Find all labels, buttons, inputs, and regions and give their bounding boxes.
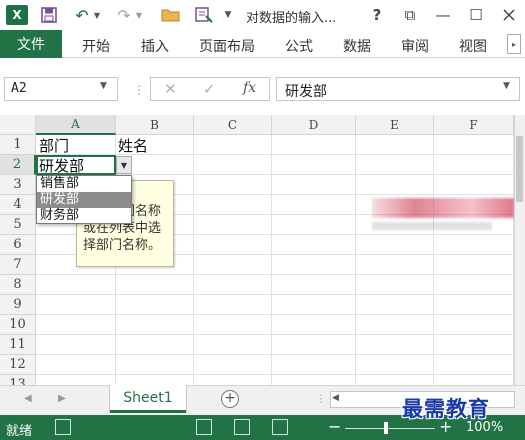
excel-logo-icon: X xyxy=(6,5,28,25)
title-bar: X ↶ ▼ ↷ ▼ ▼ 对数据的输入... ? ⧉ — ☐ xyxy=(0,0,525,30)
row-header-3[interactable]: 3 xyxy=(0,175,36,195)
normal-view-icon[interactable] xyxy=(196,419,212,435)
scroll-left-icon[interactable]: ◀ xyxy=(332,393,339,403)
redo-icon[interactable]: ↷ xyxy=(114,5,134,25)
status-ready: 就绪 xyxy=(6,424,33,439)
row-header-9[interactable]: 9 xyxy=(0,295,36,315)
help-button[interactable]: ? xyxy=(365,4,389,26)
tab-data[interactable]: 数据 xyxy=(343,36,371,56)
maximize-button[interactable]: ☐ xyxy=(464,4,488,26)
validation-dropdown-list[interactable]: 销售部 研发部 财务部 xyxy=(36,175,132,224)
macro-record-icon[interactable] xyxy=(55,419,71,435)
tab-formulas[interactable]: 公式 xyxy=(285,36,313,56)
worksheet-grid[interactable]: A B C D E F 1 2 3 4 5 6 7 8 9 10 11 12 1… xyxy=(0,115,514,385)
vertical-scroll-thumb[interactable] xyxy=(516,136,523,202)
tab-review[interactable]: 审阅 xyxy=(401,36,429,56)
formula-expand-icon[interactable]: ▼ xyxy=(503,81,510,91)
cell-a1[interactable]: 部门 xyxy=(39,135,69,156)
zoom-out-button[interactable]: − xyxy=(328,417,341,436)
sheet-next-icon[interactable]: ▶ xyxy=(58,393,66,404)
tab-page-layout[interactable]: 页面布局 xyxy=(199,36,255,56)
ribbon-scroll-right-icon[interactable]: ▸ xyxy=(507,34,521,54)
customize-toolbar-icon[interactable]: ▼ xyxy=(222,5,234,25)
blurred-overlay xyxy=(372,222,492,230)
column-header-f[interactable]: F xyxy=(434,115,514,135)
list-item-rd[interactable]: 研发部 xyxy=(37,192,131,208)
row-header-13[interactable]: 13 xyxy=(0,375,36,385)
row-header-7[interactable]: 7 xyxy=(0,255,36,275)
watermark-text: 最需教育 xyxy=(402,396,490,421)
column-header-e[interactable]: E xyxy=(356,115,434,135)
gridline xyxy=(193,135,194,385)
row-header-5[interactable]: 5 xyxy=(0,215,36,235)
tab-home[interactable]: 开始 xyxy=(82,36,110,56)
insert-function-icon[interactable]: fx xyxy=(243,80,256,96)
column-header-c[interactable]: C xyxy=(194,115,272,135)
gridline xyxy=(36,314,514,315)
tab-file[interactable]: 文件 xyxy=(0,30,62,58)
page-break-view-icon[interactable] xyxy=(272,419,288,435)
enter-icon[interactable]: ✓ xyxy=(203,80,216,98)
formula-bar-separator[interactable]: ⋮ xyxy=(133,83,145,97)
save-icon[interactable] xyxy=(40,5,58,25)
row-header-8[interactable]: 8 xyxy=(0,275,36,295)
gridline xyxy=(355,135,356,385)
row-header-2[interactable]: 2 xyxy=(0,155,36,175)
ribbon-display-button[interactable]: ⧉ xyxy=(398,4,422,26)
row-header-11[interactable]: 11 xyxy=(0,335,36,355)
minimize-button[interactable]: — xyxy=(431,4,455,26)
zoom-slider-thumb[interactable] xyxy=(384,422,388,434)
open-folder-icon[interactable] xyxy=(160,5,182,25)
row-header-10[interactable]: 10 xyxy=(0,315,36,335)
gridline xyxy=(36,274,514,275)
list-item-sales[interactable]: 销售部 xyxy=(37,176,131,192)
gridline xyxy=(36,294,514,295)
undo-icon[interactable]: ↶ xyxy=(72,5,92,25)
column-header-b[interactable]: B xyxy=(116,115,194,135)
name-box-dropdown-icon[interactable]: ▼ xyxy=(100,81,107,91)
active-cell-border xyxy=(36,155,116,175)
column-header-a[interactable]: A xyxy=(36,115,116,135)
document-title: 对数据的输入... xyxy=(246,11,337,26)
row-header-1[interactable]: 1 xyxy=(0,135,36,155)
validation-dropdown-button[interactable]: ▼ xyxy=(116,156,132,174)
cell-b1[interactable]: 姓名 xyxy=(118,135,148,156)
gridline xyxy=(36,334,514,335)
formula-input[interactable]: 研发部 xyxy=(276,77,520,101)
ribbon-tabs: 文件 开始 插入 页面布局 公式 数据 审阅 视图 ▸ xyxy=(0,30,525,58)
gridline xyxy=(36,354,514,355)
add-sheet-icon[interactable]: + xyxy=(221,390,239,408)
sheet-prev-icon[interactable]: ◀ xyxy=(24,393,32,404)
gridline xyxy=(36,374,514,375)
list-item-finance[interactable]: 财务部 xyxy=(37,208,131,224)
gridline xyxy=(433,135,434,385)
sheet-tab-sheet1[interactable]: Sheet1 xyxy=(110,385,186,413)
column-header-d[interactable]: D xyxy=(272,115,356,135)
select-all-corner[interactable] xyxy=(0,115,36,135)
zoom-slider[interactable] xyxy=(345,428,435,429)
tab-insert[interactable]: 插入 xyxy=(141,36,169,56)
form-icon[interactable] xyxy=(193,5,215,25)
row-header-4[interactable]: 4 xyxy=(0,195,36,215)
gridline xyxy=(271,135,272,385)
tab-split-handle[interactable]: ⋮ xyxy=(316,394,326,405)
tooltip-line: 择部门名称。 xyxy=(83,238,162,253)
row-header-6[interactable]: 6 xyxy=(0,235,36,255)
blurred-overlay xyxy=(372,198,514,218)
redo-dropdown-icon[interactable]: ▼ xyxy=(134,5,144,25)
page-layout-view-icon[interactable] xyxy=(234,419,250,435)
cancel-icon[interactable]: ✕ xyxy=(164,80,177,98)
row-header-12[interactable]: 12 xyxy=(0,355,36,375)
tab-view[interactable]: 视图 xyxy=(459,36,487,56)
close-button[interactable] xyxy=(497,4,521,26)
undo-dropdown-icon[interactable]: ▼ xyxy=(92,5,102,25)
